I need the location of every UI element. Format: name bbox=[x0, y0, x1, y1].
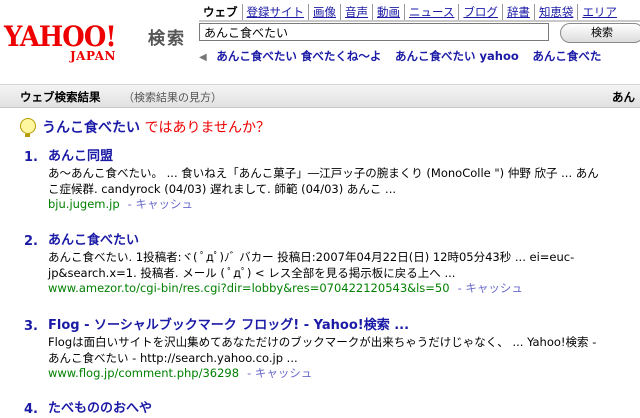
result-snippet: あんこ食べたい. 1投稿者:ヾ( ﾟдﾟ)ﾉﾞ バカー 投稿日:2007年04月… bbox=[48, 250, 575, 264]
result-snippet: Flogは面白いサイトを沢山集めてあなただけのブックマークが出来ちゃうだけじゃな… bbox=[48, 335, 597, 349]
results-title: ウェブ検索結果 bbox=[20, 90, 101, 104]
result-url: www.amezor.to/cgi-bin/res.cgi?dir=lobby&… bbox=[48, 281, 450, 295]
yahoo-logo[interactable]: YAHOO! JAPAN bbox=[4, 20, 146, 63]
cache-link[interactable]: - キャッシュ bbox=[128, 197, 193, 211]
suggest-link[interactable]: あんこ食べたい 食べたくね～よ bbox=[216, 49, 381, 63]
tab-divider bbox=[199, 20, 640, 22]
cache-link[interactable]: - キャッシュ bbox=[247, 366, 312, 380]
search-button[interactable]: 検索 bbox=[560, 23, 640, 43]
logo-search-label: 検索 bbox=[148, 29, 186, 49]
result-number: 2. bbox=[24, 234, 38, 249]
did-you-mean: うんこ食べたい ではありませんか？ bbox=[20, 117, 270, 137]
result-url: bju.jugem.jp bbox=[48, 197, 120, 211]
results-header-bar: ウェブ検索結果 （検索結果の見方） あん bbox=[0, 84, 640, 108]
results-count-label: あん bbox=[612, 90, 635, 104]
result-title-link[interactable]: あんこ同盟 bbox=[48, 148, 599, 166]
results-help-link[interactable]: （検索結果の見方） bbox=[123, 89, 222, 105]
result-title-link[interactable]: あんこ食べたい bbox=[48, 232, 574, 250]
search-input[interactable] bbox=[199, 23, 549, 41]
did-you-mean-link[interactable]: うんこ食べたい bbox=[42, 120, 140, 136]
result-snippet: こ症候群. candyrock (04/03) 遅れまして. 師範 (04/03… bbox=[48, 181, 397, 196]
result-title-link[interactable]: Flog - ソーシャルブックマーク フロッグ! - Yahoo!検索 ... bbox=[48, 317, 596, 335]
result-number: 1. bbox=[24, 150, 38, 165]
suggest-arrow-icon: ◀ bbox=[199, 52, 207, 63]
result-snippet: あんこ食べたい - http://search.yahoo.co.jp ... bbox=[48, 350, 298, 365]
cache-link[interactable]: - キャッシュ bbox=[458, 281, 523, 295]
result-snippet: あ～あんこ食べたい。 ... 食いねえ「あんこ菓子」―江戸ッ子の腕まくり (Mo… bbox=[48, 166, 599, 180]
result-url: www.flog.jp/comment.php/36298 bbox=[48, 366, 240, 380]
did-you-mean-suffix: ではありませんか？ bbox=[144, 120, 271, 136]
lightbulb-icon bbox=[20, 118, 36, 137]
result-snippet: jp&search.x=1. 投稿者. メール ( ﾟдﾟ) < レス全部を見る… bbox=[48, 265, 456, 280]
suggest-link[interactable]: あんこ食べた bbox=[532, 49, 601, 63]
result-number: 4. bbox=[24, 402, 38, 417]
suggest-link[interactable]: あんこ食べたい yahoo bbox=[395, 49, 519, 63]
logo-japan: JAPAN bbox=[70, 49, 116, 63]
result-number: 3. bbox=[24, 319, 38, 334]
result-title-link[interactable]: たべもののおへや bbox=[48, 400, 152, 418]
related-searches: ◀ あんこ食べたい 食べたくね～よ あんこ食べたい yahoo あんこ食べた bbox=[199, 48, 611, 64]
